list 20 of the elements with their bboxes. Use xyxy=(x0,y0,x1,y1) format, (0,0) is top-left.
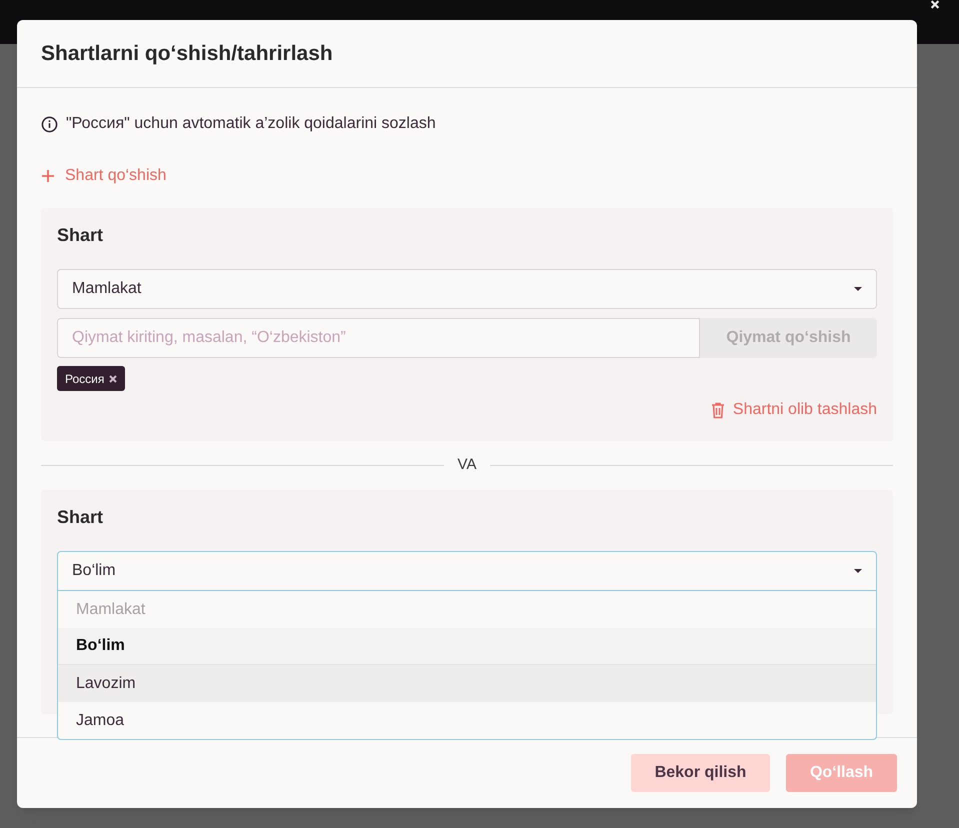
plus-icon xyxy=(41,169,55,183)
caret-icon xyxy=(854,287,862,291)
info-icon xyxy=(41,116,58,132)
cancel-button[interactable]: Bekor qilish xyxy=(631,754,770,792)
select-field[interactable]: Mamlakat xyxy=(57,269,877,309)
dropdown-option[interactable]: Lavozim xyxy=(58,665,876,702)
value-input[interactable]: Qiymat kiriting, masalan, “O‘zbekiston” xyxy=(57,318,700,358)
separator-label: VA xyxy=(456,455,478,476)
condition-title: Shart xyxy=(57,224,104,246)
caret-icon xyxy=(854,569,862,573)
trash-icon xyxy=(710,402,725,418)
dropdown-option[interactable]: Bo‘lim xyxy=(58,628,876,665)
select-field[interactable]: Bo‘lim xyxy=(57,551,877,591)
condition-title: Shart xyxy=(57,506,104,528)
value-tag: Россия xyxy=(57,366,126,391)
dropdown-option: Mamlakat xyxy=(58,591,876,628)
remove-icon[interactable] xyxy=(109,374,118,382)
modal-title: Shartlarni qo‘shish/tahrirlash xyxy=(41,40,333,67)
dropdown-option[interactable]: Jamoa xyxy=(58,702,876,739)
info-text: "Россия" uchun avtomatik a’zolik qoidalarini sozlash xyxy=(66,114,436,134)
